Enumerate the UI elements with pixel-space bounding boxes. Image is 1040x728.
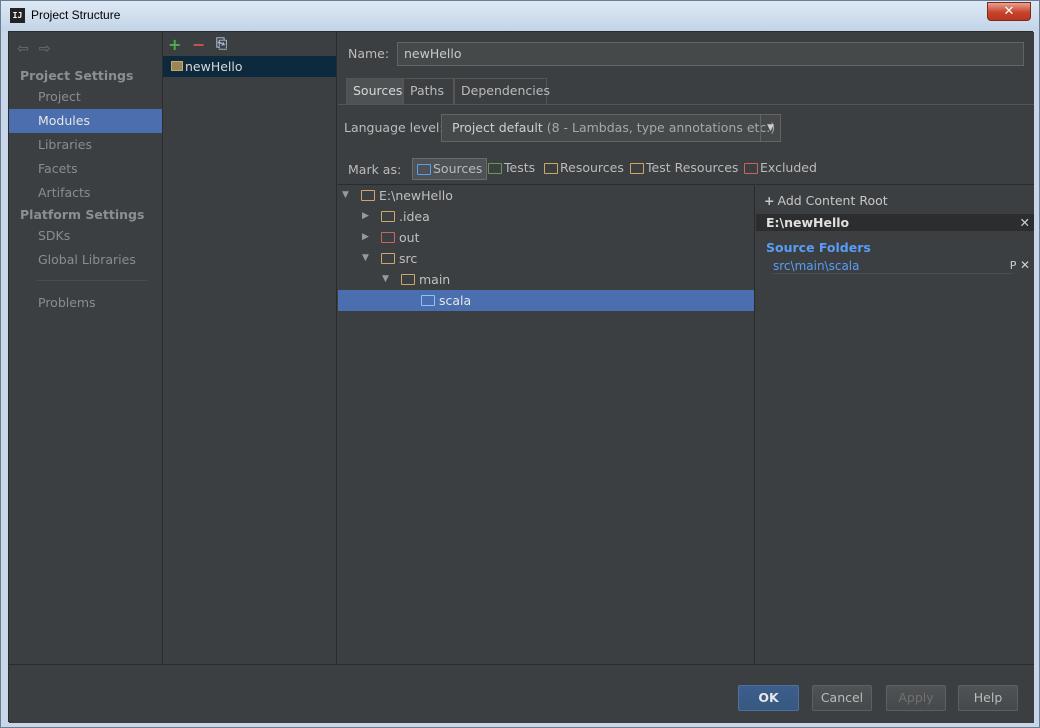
tree-row-label: out (399, 230, 420, 245)
tree-row-idea[interactable]: ▶ .idea (338, 206, 754, 227)
source-folder-path[interactable]: src\main\scala (773, 259, 1013, 274)
mark-tests-label: Tests (504, 160, 536, 175)
mark-as-label: Mark as: (348, 162, 402, 177)
folder-tree: ▼ E:\newHello ▶ .idea ▶ out ▼ src ▼ main… (338, 184, 755, 664)
language-level-detail: (8 - Lambdas, type annotations etc.) (546, 120, 776, 135)
excluded-folder-icon (381, 232, 395, 243)
window-title: Project Structure (31, 8, 121, 22)
module-name-label: newHello (185, 59, 243, 74)
module-list-item[interactable]: newHello (163, 56, 336, 77)
content-root-panel: + Add Content Root E:\newHello ✕ Source F… (756, 184, 1034, 664)
source-folder-actions: P ✕ (1010, 258, 1030, 272)
sidebar-item-problems[interactable]: Problems (9, 291, 162, 315)
sidebar-item-facets[interactable]: Facets (9, 157, 162, 181)
sidebar-item-libraries[interactable]: Libraries (9, 133, 162, 157)
title-bar[interactable]: IJ Project Structure ✕ (1, 1, 1039, 31)
mark-tests-button[interactable]: Tests (484, 158, 539, 180)
expand-arrow-icon[interactable]: ▼ (342, 185, 352, 206)
folder-icon (381, 211, 395, 222)
close-window-button[interactable]: ✕ (987, 2, 1031, 21)
mark-sources-label: Sources (433, 161, 483, 176)
expand-arrow-icon[interactable]: ▶ (362, 227, 372, 248)
tree-row-label: E:\newHello (379, 188, 453, 203)
ok-button[interactable]: OK (738, 685, 799, 711)
source-folders-title: Source Folders (766, 240, 871, 255)
project-structure-window: IJ Project Structure ✕ ⇦ ⇨ Project Setti… (0, 0, 1040, 728)
tree-row-scala[interactable]: scala (338, 290, 754, 311)
excluded-folder-icon (744, 163, 758, 174)
module-name-field-label: Name: (348, 46, 390, 61)
language-level-value: Project default (452, 120, 543, 135)
help-button[interactable]: Help (958, 685, 1018, 711)
tree-row-label: src (399, 251, 418, 266)
source-folder-icon (417, 164, 431, 175)
module-settings-panel: Name: newHello Sources Paths Dependencie… (338, 32, 1034, 664)
mark-sources-button[interactable]: Sources (412, 158, 488, 180)
tab-dependencies[interactable]: Dependencies (454, 78, 550, 104)
add-content-root-label: Add Content Root (777, 193, 888, 208)
sidebar-item-global-libraries[interactable]: Global Libraries (9, 248, 162, 272)
plus-icon: + (764, 193, 775, 208)
content-root-path: E:\newHello (766, 215, 850, 230)
mark-resources-button[interactable]: Resources (540, 158, 628, 180)
tree-row-label: scala (439, 293, 472, 308)
mark-resources-label: Resources (560, 160, 624, 175)
mark-test-resources-button[interactable]: Test Resources (626, 158, 742, 180)
tree-row-main[interactable]: ▼ main (338, 269, 754, 290)
properties-icon[interactable]: P (1010, 259, 1017, 272)
copy-module-icon[interactable]: ⎘ (216, 36, 227, 52)
tree-row-src[interactable]: ▼ src (338, 248, 754, 269)
chevron-down-icon[interactable]: ▼ (760, 115, 780, 141)
tab-paths[interactable]: Paths (403, 78, 454, 104)
module-list-panel: + − ⎘ newHello (163, 32, 337, 664)
dialog-content: ⇦ ⇨ Project Settings Project Modules Lib… (8, 31, 1034, 723)
dialog-button-bar: OK Cancel Apply Help (9, 664, 1034, 723)
add-module-icon[interactable]: + (168, 35, 181, 54)
tree-row-out[interactable]: ▶ out (338, 227, 754, 248)
collapse-arrow-icon[interactable]: ▼ (362, 248, 372, 269)
sidebar-divider (37, 280, 147, 281)
sidebar-item-sdks[interactable]: SDKs (9, 224, 162, 248)
resource-folder-icon (544, 163, 558, 174)
history-navigation: ⇦ ⇨ (17, 41, 57, 57)
language-level-label: Language level: (344, 120, 444, 135)
content-root-header: E:\newHello ✕ (756, 214, 1034, 231)
folder-icon (381, 253, 395, 264)
mark-excluded-button[interactable]: Excluded (740, 158, 821, 180)
expand-arrow-icon[interactable]: ▶ (362, 206, 372, 227)
platform-settings-header: Platform Settings (20, 207, 145, 222)
add-content-root-link[interactable]: + Add Content Root (764, 193, 888, 208)
collapse-arrow-icon[interactable]: ▼ (382, 269, 392, 290)
apply-button[interactable]: Apply (886, 685, 946, 711)
intellij-app-icon: IJ (10, 8, 25, 23)
sidebar-item-artifacts[interactable]: Artifacts (9, 181, 162, 205)
back-arrow-icon[interactable]: ⇦ (17, 41, 35, 57)
tab-divider (338, 104, 1034, 105)
forward-arrow-icon[interactable]: ⇨ (39, 41, 57, 57)
tree-row-label: main (419, 272, 451, 287)
test-folder-icon (488, 163, 502, 174)
folder-icon (401, 274, 415, 285)
remove-content-root-icon[interactable]: ✕ (1020, 214, 1030, 231)
sidebar-item-project[interactable]: Project (9, 85, 162, 109)
language-level-select[interactable]: Project default (8 - Lambdas, type annot… (441, 114, 781, 142)
test-resource-folder-icon (630, 163, 644, 174)
folder-icon (361, 190, 375, 201)
module-name-input[interactable]: newHello (397, 42, 1024, 66)
mark-test-resources-label: Test Resources (646, 160, 739, 175)
source-folder-icon (421, 295, 435, 306)
tree-row-label: .idea (399, 209, 430, 224)
cancel-button[interactable]: Cancel (812, 685, 872, 711)
project-settings-header: Project Settings (20, 68, 134, 83)
tab-sources[interactable]: Sources (346, 78, 403, 104)
tree-row-root[interactable]: ▼ E:\newHello (338, 185, 754, 206)
sidebar-item-modules[interactable]: Modules (9, 109, 162, 133)
remove-module-icon[interactable]: − (192, 35, 205, 54)
remove-source-folder-icon[interactable]: ✕ (1020, 258, 1030, 272)
module-folder-icon (171, 61, 183, 71)
settings-sidebar: ⇦ ⇨ Project Settings Project Modules Lib… (9, 32, 163, 664)
mark-excluded-label: Excluded (760, 160, 817, 175)
